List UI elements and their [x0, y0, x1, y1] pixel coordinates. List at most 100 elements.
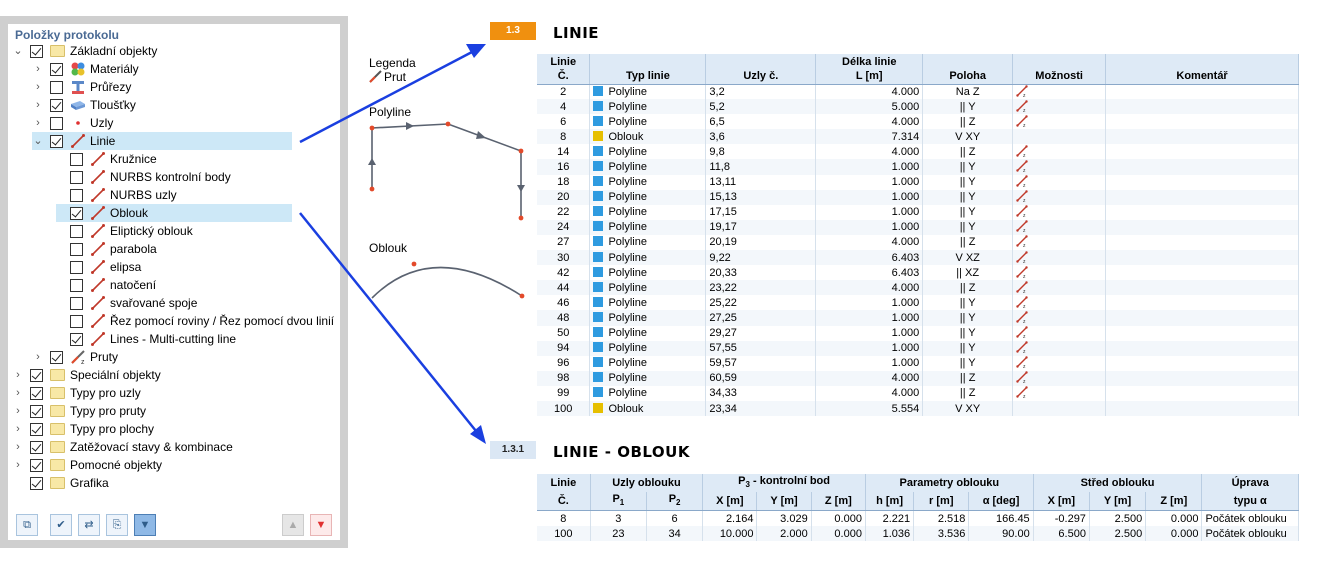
checkbox[interactable] [30, 405, 43, 418]
svg-text:z: z [1023, 274, 1026, 278]
chevron-down-icon[interactable]: ⌄ [32, 132, 44, 150]
checkbox[interactable] [50, 135, 63, 148]
checkbox[interactable] [50, 81, 63, 94]
legend-member-label: Prut [384, 70, 407, 84]
checkbox[interactable] [70, 243, 83, 256]
cell-options: z [1012, 280, 1107, 296]
tree-item[interactable]: ⌄ Linie [32, 132, 292, 150]
table-row: 22 Polyline 17,15 1.000 || Y z [537, 204, 1299, 220]
checkbox[interactable] [30, 477, 43, 490]
tree-item[interactable]: › z Pruty [32, 348, 328, 366]
tree-item[interactable]: › Zatěžovací stavy & kombinace [12, 438, 328, 456]
checkbox[interactable] [70, 279, 83, 292]
tree-item[interactable]: › Tloušťky [32, 96, 328, 114]
checkbox[interactable] [70, 333, 83, 346]
checkbox[interactable] [30, 387, 43, 400]
chevron-right-icon[interactable]: › [12, 438, 24, 456]
checkbox[interactable] [70, 225, 83, 238]
checkbox[interactable] [50, 117, 63, 130]
tree-item[interactable]: parabola [56, 240, 328, 258]
checkbox[interactable] [50, 351, 63, 364]
chevron-right-icon[interactable]: › [12, 402, 24, 420]
tree-item[interactable]: elipsa [56, 258, 328, 276]
tree-item[interactable]: NURBS kontrolní body [56, 168, 328, 186]
options-icon: z [1016, 205, 1028, 217]
checkbox[interactable] [30, 441, 43, 454]
tree-item[interactable]: › Pomocné objekty [12, 456, 328, 474]
tree-item[interactable]: Řez pomocí roviny / Řez pomocí dvou lini… [56, 312, 334, 330]
checkbox[interactable] [70, 153, 83, 166]
checkbox[interactable] [70, 297, 83, 310]
options-icon: z [1016, 371, 1028, 383]
tree-item[interactable]: › Speciální objekty [12, 366, 328, 384]
table-row: 27 Polyline 20,19 4.000 || Z z [537, 234, 1299, 251]
checkbox[interactable] [50, 63, 63, 76]
svg-text:z: z [1023, 198, 1026, 202]
checkbox[interactable] [30, 423, 43, 436]
chevron-right-icon[interactable]: › [12, 384, 24, 402]
chevron-right-icon[interactable]: › [32, 114, 44, 132]
chevron-right-icon[interactable]: › [32, 96, 44, 114]
cell-line-type: Polyline [589, 84, 707, 100]
check-all-icon[interactable]: ✔ [50, 514, 72, 536]
copy-pages-icon[interactable]: ⎘ [106, 514, 128, 536]
checkbox[interactable] [30, 369, 43, 382]
copy-layout-icon[interactable]: ⧉ [16, 514, 38, 536]
table-row: 30 Polyline 9,22 6.403 V XZ z [537, 250, 1299, 266]
tree-item[interactable]: › Uzly [32, 114, 328, 132]
toggle-check-icon[interactable]: ⇄ [78, 514, 100, 536]
cell-nodes: 11,8 [705, 159, 817, 175]
cell-sx: -0.297 [1033, 510, 1090, 526]
checkbox[interactable] [30, 45, 43, 58]
tree-item[interactable]: natočení [56, 276, 328, 294]
move-up-icon[interactable]: ▲ [282, 514, 304, 536]
cell-nodes: 59,57 [705, 355, 817, 371]
checkbox[interactable] [30, 459, 43, 472]
table-row: 18 Polyline 13,11 1.000 || Y z [537, 174, 1299, 190]
options-icon: z [1016, 145, 1028, 157]
checkbox[interactable] [70, 189, 83, 202]
checkbox[interactable] [70, 171, 83, 184]
cell-comment [1105, 234, 1299, 251]
chevron-right-icon[interactable]: › [32, 348, 44, 366]
chevron-right-icon[interactable]: › [12, 456, 24, 474]
col-header: Z [m] [811, 492, 866, 512]
filter-icon[interactable]: ▼ [134, 514, 156, 536]
tree-item[interactable]: Lines - Multi-cutting line [56, 330, 328, 348]
chevron-right-icon[interactable]: › [12, 366, 24, 384]
move-down-icon[interactable]: ▼ [310, 514, 332, 536]
tree-item-label: Řez pomocí roviny / Řez pomocí dvou lini… [110, 314, 335, 328]
cell-position: || XZ [922, 265, 1014, 281]
tree-item[interactable]: › Typy pro plochy [12, 420, 328, 438]
cell-nodes: 6,5 [705, 114, 817, 130]
checkbox[interactable] [70, 207, 83, 220]
tree-item[interactable]: › Průřezy [32, 78, 328, 96]
tree-item[interactable]: Oblouk [56, 204, 292, 222]
tree-item[interactable]: Eliptický oblouk [56, 222, 328, 240]
tree-item-label: Průřezy [90, 80, 132, 94]
chevron-right-icon[interactable]: › [32, 60, 44, 78]
cell-z: 0.000 [811, 525, 866, 542]
cell-line-type: Polyline [589, 114, 707, 130]
chevron-right-icon[interactable]: › [12, 420, 24, 438]
tree-item[interactable]: Kružnice [56, 150, 328, 168]
tree-item[interactable]: › Typy pro pruty [12, 402, 328, 420]
chevron-right-icon[interactable]: › [32, 78, 44, 96]
checkbox[interactable] [70, 315, 83, 328]
cell-options: z [1012, 189, 1107, 205]
cell-comment [1105, 310, 1299, 326]
checkbox[interactable] [50, 99, 63, 112]
tree-item[interactable]: Grafika [12, 474, 328, 492]
chevron-down-icon[interactable]: ⌄ [12, 42, 24, 60]
tree-item[interactable]: › Materiály [32, 60, 328, 78]
tree-item[interactable]: ⌄ Základní objekty [12, 42, 328, 60]
cell-z: 0.000 [811, 510, 866, 526]
checkbox[interactable] [70, 261, 83, 274]
cell-length: 7.314 [815, 129, 924, 145]
cell-line-no: 48 [537, 310, 591, 326]
tree-item[interactable]: svařované spoje [56, 294, 328, 312]
table-row: 94 Polyline 57,55 1.000 || Y z [537, 340, 1299, 356]
table-row: 8 3 6 2.164 3.029 0.000 2.221 2.518 166.45 -0.297… [537, 510, 1299, 526]
tree-item[interactable]: › Typy pro uzly [12, 384, 328, 402]
tree-item[interactable]: NURBS uzly [56, 186, 328, 204]
